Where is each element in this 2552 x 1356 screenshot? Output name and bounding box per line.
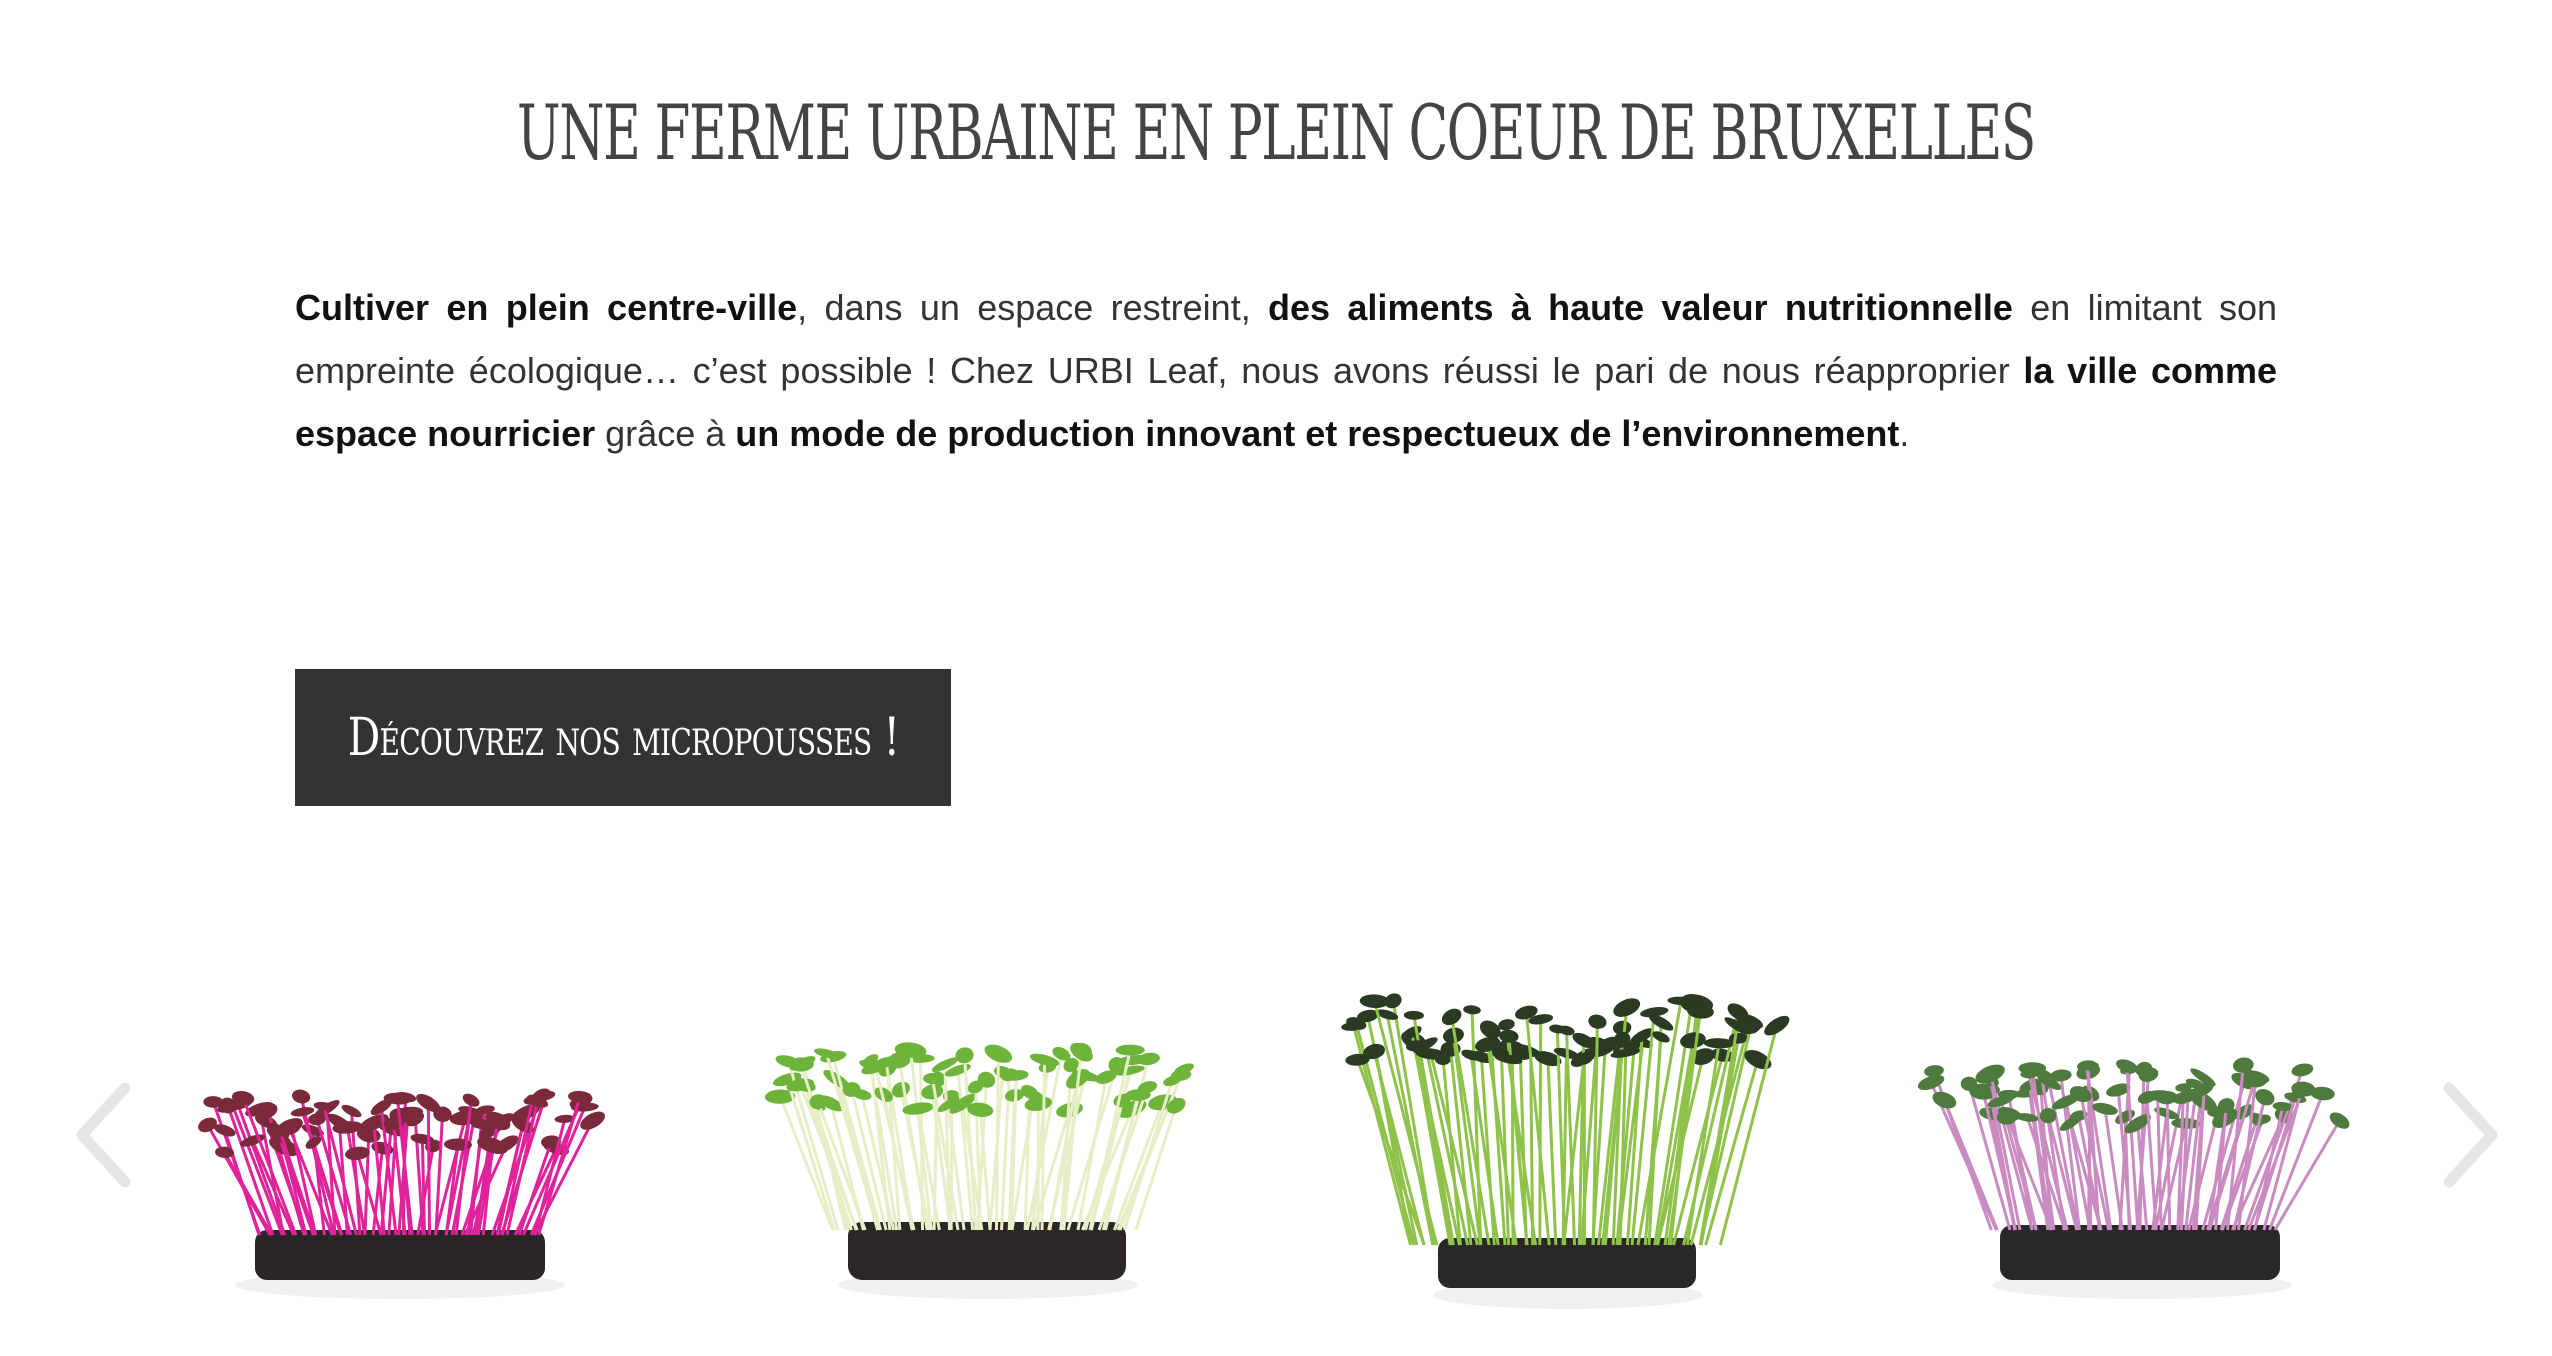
intro-bold-2: des aliments à haute valeur nutritionnel…	[1268, 287, 2013, 328]
chive-microgreens-image	[1310, 930, 1830, 1330]
intro-bold-4: un mode de production innovant et respec…	[735, 413, 1900, 454]
intro-paragraph: Cultiver en plein centre-ville, dans un …	[295, 276, 2277, 465]
intro-text-3: grâce à	[595, 413, 736, 454]
discover-microgreens-button[interactable]: Découvrez nos micropousses !	[295, 669, 951, 806]
intro-text-1: , dans un espace restreint,	[797, 287, 1269, 328]
discover-microgreens-label: Découvrez nos micropousses !	[347, 707, 899, 768]
sunflower-microgreens-image	[730, 930, 1250, 1330]
carousel-prev-button[interactable]	[70, 1080, 140, 1190]
page-title: UNE FERME URBAINE EN PLEIN COEUR DE BRUX…	[517, 88, 2036, 177]
intro-bold-1: Cultiver en plein centre-ville	[295, 287, 798, 328]
microgreens-carousel	[0, 930, 2552, 1356]
amaranth-microgreens-image	[150, 930, 670, 1330]
carousel-next-button[interactable]	[2434, 1080, 2504, 1190]
radish-microgreens-image	[1890, 930, 2410, 1330]
chevron-left-icon	[76, 1082, 131, 1188]
intro-text-4: .	[1899, 413, 1910, 454]
chevron-right-icon	[2443, 1082, 2498, 1188]
